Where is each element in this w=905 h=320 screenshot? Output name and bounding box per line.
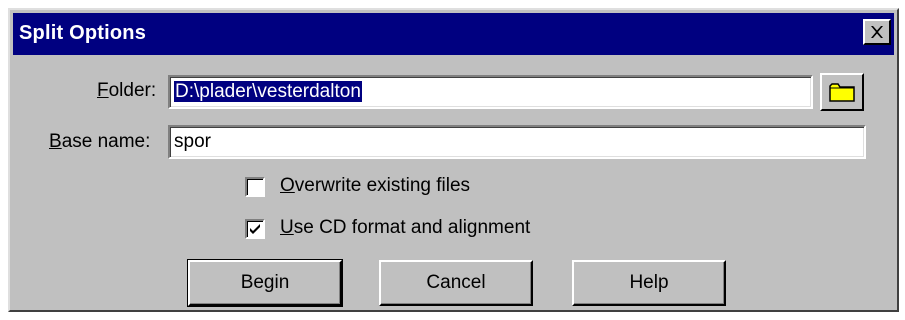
cancel-button[interactable]: Cancel (379, 260, 533, 306)
base-name-value: spor (174, 131, 211, 152)
overwrite-label[interactable]: Overwrite existing files (280, 175, 470, 197)
folder-value: D:\plader\vesterdalton (174, 81, 362, 102)
window-title: Split Options (19, 22, 147, 44)
checkmark-icon (250, 224, 260, 234)
begin-button[interactable]: Begin (187, 259, 343, 307)
base-name-label: Base name: (49, 131, 151, 152)
close-button[interactable] (863, 19, 891, 45)
close-icon (871, 26, 883, 38)
overwrite-checkbox[interactable] (245, 177, 265, 197)
cd-format-label[interactable]: Use CD format and alignment (280, 217, 530, 239)
folder-label: Folder: (97, 80, 157, 101)
browse-folder-button[interactable] (820, 73, 864, 111)
folder-icon (829, 83, 855, 102)
title-bar[interactable]: Split Options (13, 13, 894, 55)
base-name-input[interactable]: spor (168, 125, 866, 159)
folder-input[interactable]: D:\plader\vesterdalton (168, 75, 813, 109)
help-button[interactable]: Help (572, 260, 726, 306)
cd-format-checkbox[interactable] (245, 219, 265, 239)
